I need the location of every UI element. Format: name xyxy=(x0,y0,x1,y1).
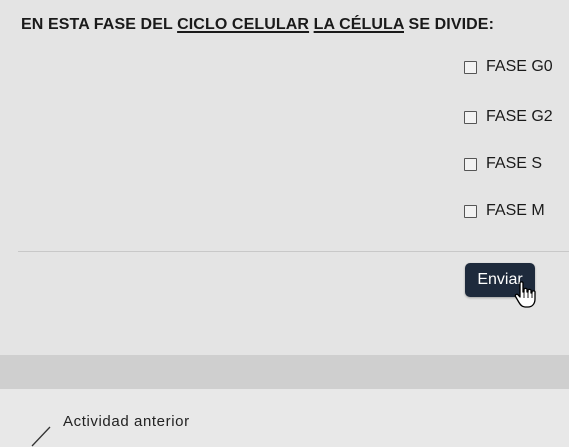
question-text: EN ESTA FASE DEL CICLO CELULAR LA CÉLULA… xyxy=(21,16,494,34)
option-label: FASE S xyxy=(486,155,543,172)
question-underlined-1: CICLO CELULAR xyxy=(177,16,310,33)
question-underlined-2: LA CÉLULA xyxy=(313,16,404,33)
option-fase-g2[interactable]: FASE G2 xyxy=(464,108,553,126)
checkbox[interactable] xyxy=(464,60,477,74)
footer-band xyxy=(0,355,569,389)
option-fase-m[interactable]: FASE M xyxy=(464,202,545,220)
checkbox[interactable] xyxy=(464,110,477,124)
option-fase-s[interactable]: FASE S xyxy=(464,155,542,173)
checkbox[interactable] xyxy=(464,204,477,218)
option-label: FASE M xyxy=(486,202,545,219)
checkbox[interactable] xyxy=(464,157,477,171)
divider xyxy=(18,251,569,252)
option-label: FASE G0 xyxy=(486,58,553,75)
back-arrow-icon[interactable] xyxy=(28,425,52,447)
question-part-1: EN ESTA FASE DEL xyxy=(21,16,178,33)
option-label: FASE G2 xyxy=(486,108,553,125)
question-part-5: SE DIVIDE: xyxy=(404,16,495,33)
option-fase-g0[interactable]: FASE G0 xyxy=(464,58,553,76)
hand-cursor-icon xyxy=(514,281,536,308)
previous-activity-link[interactable]: Actividad anterior xyxy=(63,413,190,430)
